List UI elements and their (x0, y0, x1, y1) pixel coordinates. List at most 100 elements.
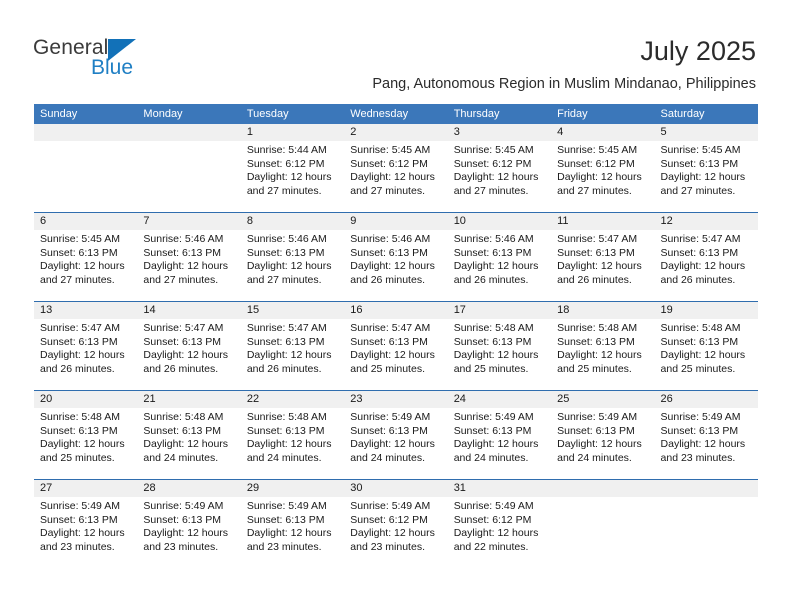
day-number: 24 (447, 391, 552, 408)
calendar-day-cell[interactable]: 22 Sunrise: 5:48 AM Sunset: 6:13 PM Dayligh… (240, 391, 345, 479)
day-details: Sunrise: 5:47 AM Sunset: 6:13 PM Daylight:… (241, 319, 344, 376)
day-details: Sunrise: 5:49 AM Sunset: 6:12 PM Daylight:… (344, 497, 447, 554)
daylight-text-line1: Daylight: 12 hours (660, 349, 746, 362)
daylight-text-line1: Daylight: 12 hours (143, 349, 229, 362)
sunrise-text: Sunrise: 5:46 AM (350, 233, 431, 245)
calendar-day-cell[interactable]: 1 Sunrise: 5:44 AM Sunset: 6:12 PM Daylight… (240, 124, 345, 212)
calendar-day-cell[interactable]: 21 Sunrise: 5:48 AM Sunset: 6:13 PM Dayligh… (137, 391, 241, 479)
calendar-day-cell[interactable]: 12 Sunrise: 5:47 AM Sunset: 6:13 PM Dayligh… (654, 213, 758, 301)
daylight-text-line2: and 27 minutes. (246, 184, 322, 197)
daylight-text-line2: and 25 minutes. (660, 362, 736, 375)
calendar-day-cell[interactable]: 6 Sunrise: 5:45 AM Sunset: 6:13 PM Daylight… (34, 213, 138, 301)
calendar-day-cell[interactable]: 24 Sunrise: 5:49 AM Sunset: 6:13 PM Dayligh… (447, 391, 552, 479)
calendar-day-cell[interactable]: 27 Sunrise: 5:49 AM Sunset: 6:13 PM Dayligh… (34, 480, 138, 568)
daylight-text-line1: Daylight: 12 hours (557, 260, 642, 273)
calendar-day-cell[interactable]: 2 Sunrise: 5:45 AM Sunset: 6:12 PM Daylight… (344, 124, 448, 212)
day-number: 22 (240, 391, 345, 408)
day-details: Sunrise: 5:49 AM Sunset: 6:13 PM Daylight:… (344, 408, 447, 465)
calendar-day-cell[interactable]: 30 Sunrise: 5:49 AM Sunset: 6:12 PM Dayligh… (344, 480, 448, 568)
day-number: 10 (447, 213, 552, 230)
calendar-day-cell[interactable]: 28 Sunrise: 5:49 AM Sunset: 6:13 PM Dayligh… (137, 480, 241, 568)
calendar-week-row: 1 Sunrise: 5:44 AM Sunset: 6:12 PM Daylight… (34, 124, 758, 212)
sunrise-text: Sunrise: 5:47 AM (143, 322, 224, 334)
day-number: 8 (240, 213, 345, 230)
calendar-day-cell[interactable]: 14 Sunrise: 5:47 AM Sunset: 6:13 PM Dayligh… (137, 302, 241, 390)
sunset-text: Sunset: 6:12 PM (350, 513, 428, 526)
day-details: Sunrise: 5:44 AM Sunset: 6:12 PM Daylight:… (241, 141, 344, 198)
daylight-text-line1: Daylight: 12 hours (453, 171, 539, 184)
day-details: Sunrise: 5:48 AM Sunset: 6:13 PM Daylight:… (34, 408, 137, 465)
calendar-day-cell[interactable]: 20 Sunrise: 5:48 AM Sunset: 6:13 PM Dayligh… (34, 391, 138, 479)
day-number: 2 (344, 124, 448, 141)
calendar-day-cell[interactable]: 5 Sunrise: 5:45 AM Sunset: 6:13 PM Daylight… (654, 124, 758, 212)
daylight-text-line1: Daylight: 12 hours (143, 260, 229, 273)
sunset-text: Sunset: 6:13 PM (453, 424, 532, 437)
calendar-day-cell[interactable]: 10 Sunrise: 5:46 AM Sunset: 6:13 PM Dayligh… (447, 213, 552, 301)
calendar-day-cell[interactable]: 7 Sunrise: 5:46 AM Sunset: 6:13 PM Daylight… (137, 213, 241, 301)
daylight-text-line1: Daylight: 12 hours (453, 438, 539, 451)
daylight-text-line1: Daylight: 12 hours (246, 438, 332, 451)
daylight-text-line2: and 26 minutes. (40, 362, 115, 375)
sunrise-text: Sunrise: 5:45 AM (453, 144, 534, 156)
sunrise-text: Sunrise: 5:45 AM (557, 144, 638, 156)
daylight-text-line1: Daylight: 12 hours (350, 438, 435, 451)
daylight-text-line2: and 26 minutes. (246, 362, 322, 375)
sunset-text: Sunset: 6:13 PM (350, 424, 428, 437)
calendar-day-cell[interactable]: 23 Sunrise: 5:49 AM Sunset: 6:13 PM Dayligh… (344, 391, 448, 479)
calendar-day-cell-empty (551, 480, 655, 568)
calendar-weeks: 1 Sunrise: 5:44 AM Sunset: 6:12 PM Daylight… (34, 124, 758, 568)
sunset-text: Sunset: 6:12 PM (350, 157, 428, 170)
sunset-text: Sunset: 6:13 PM (453, 335, 532, 348)
daylight-text-line2: and 24 minutes. (557, 451, 632, 464)
day-details: Sunrise: 5:45 AM Sunset: 6:12 PM Daylight:… (551, 141, 654, 198)
sunrise-text: Sunrise: 5:47 AM (660, 233, 741, 245)
calendar-day-cell[interactable]: 3 Sunrise: 5:45 AM Sunset: 6:12 PM Daylight… (447, 124, 552, 212)
sunset-text: Sunset: 6:13 PM (660, 157, 739, 170)
sunrise-text: Sunrise: 5:49 AM (350, 500, 431, 512)
daylight-text-line2: and 27 minutes. (246, 273, 322, 286)
page-header: General Blue July 2025 Pang, Autonomous … (0, 0, 792, 100)
calendar-day-cell[interactable]: 29 Sunrise: 5:49 AM Sunset: 6:13 PM Dayligh… (240, 480, 345, 568)
daylight-text-line2: and 25 minutes. (453, 362, 529, 375)
sunrise-text: Sunrise: 5:47 AM (246, 322, 327, 334)
daylight-text-line2: and 27 minutes. (40, 273, 115, 286)
weekday-header-row: Sunday Monday Tuesday Wednesday Thursday… (34, 104, 758, 124)
daylight-text-line2: and 26 minutes. (557, 273, 632, 286)
day-details: Sunrise: 5:45 AM Sunset: 6:12 PM Daylight:… (344, 141, 447, 198)
sunrise-text: Sunrise: 5:49 AM (453, 500, 534, 512)
day-number: 12 (654, 213, 758, 230)
day-details: Sunrise: 5:49 AM Sunset: 6:13 PM Daylight:… (551, 408, 654, 465)
calendar-day-cell[interactable]: 18 Sunrise: 5:48 AM Sunset: 6:13 PM Dayligh… (551, 302, 655, 390)
calendar-day-cell[interactable]: 25 Sunrise: 5:49 AM Sunset: 6:13 PM Dayligh… (551, 391, 655, 479)
sunrise-text: Sunrise: 5:49 AM (246, 500, 327, 512)
calendar-day-cell[interactable]: 15 Sunrise: 5:47 AM Sunset: 6:13 PM Dayligh… (240, 302, 345, 390)
day-details: Sunrise: 5:47 AM Sunset: 6:13 PM Daylight:… (655, 230, 758, 287)
calendar-day-cell[interactable]: 8 Sunrise: 5:46 AM Sunset: 6:13 PM Daylight… (240, 213, 345, 301)
calendar-day-cell[interactable]: 11 Sunrise: 5:47 AM Sunset: 6:13 PM Dayligh… (551, 213, 655, 301)
day-details: Sunrise: 5:49 AM Sunset: 6:13 PM Daylight:… (448, 408, 551, 465)
daylight-text-line2: and 27 minutes. (350, 184, 425, 197)
calendar-week-row: 27 Sunrise: 5:49 AM Sunset: 6:13 PM Dayligh… (34, 479, 758, 568)
sunset-text: Sunset: 6:13 PM (246, 335, 325, 348)
calendar-day-cell[interactable]: 13 Sunrise: 5:47 AM Sunset: 6:13 PM Dayligh… (34, 302, 138, 390)
daylight-text-line1: Daylight: 12 hours (453, 349, 539, 362)
calendar-day-cell[interactable]: 17 Sunrise: 5:48 AM Sunset: 6:13 PM Dayligh… (447, 302, 552, 390)
sunrise-text: Sunrise: 5:46 AM (143, 233, 224, 245)
sunrise-text: Sunrise: 5:48 AM (453, 322, 534, 334)
calendar-day-cell[interactable]: 26 Sunrise: 5:49 AM Sunset: 6:13 PM Dayligh… (654, 391, 758, 479)
sunrise-text: Sunrise: 5:48 AM (660, 322, 741, 334)
calendar-day-cell-empty (137, 124, 241, 212)
day-number: 4 (551, 124, 655, 141)
calendar-day-cell[interactable]: 16 Sunrise: 5:47 AM Sunset: 6:13 PM Dayligh… (344, 302, 448, 390)
calendar-day-cell[interactable]: 9 Sunrise: 5:46 AM Sunset: 6:13 PM Daylight… (344, 213, 448, 301)
daylight-text-line1: Daylight: 12 hours (246, 171, 332, 184)
day-number: 1 (240, 124, 345, 141)
daylight-text-line1: Daylight: 12 hours (350, 349, 435, 362)
daylight-text-line1: Daylight: 12 hours (350, 527, 435, 540)
calendar-day-cell[interactable]: 19 Sunrise: 5:48 AM Sunset: 6:13 PM Dayligh… (654, 302, 758, 390)
daylight-text-line1: Daylight: 12 hours (246, 349, 332, 362)
calendar-day-cell[interactable]: 4 Sunrise: 5:45 AM Sunset: 6:12 PM Daylight… (551, 124, 655, 212)
calendar-day-cell[interactable]: 31 Sunrise: 5:49 AM Sunset: 6:12 PM Dayligh… (447, 480, 552, 568)
day-details: Sunrise: 5:49 AM Sunset: 6:13 PM Daylight:… (137, 497, 240, 554)
day-details: Sunrise: 5:49 AM Sunset: 6:13 PM Daylight:… (241, 497, 344, 554)
